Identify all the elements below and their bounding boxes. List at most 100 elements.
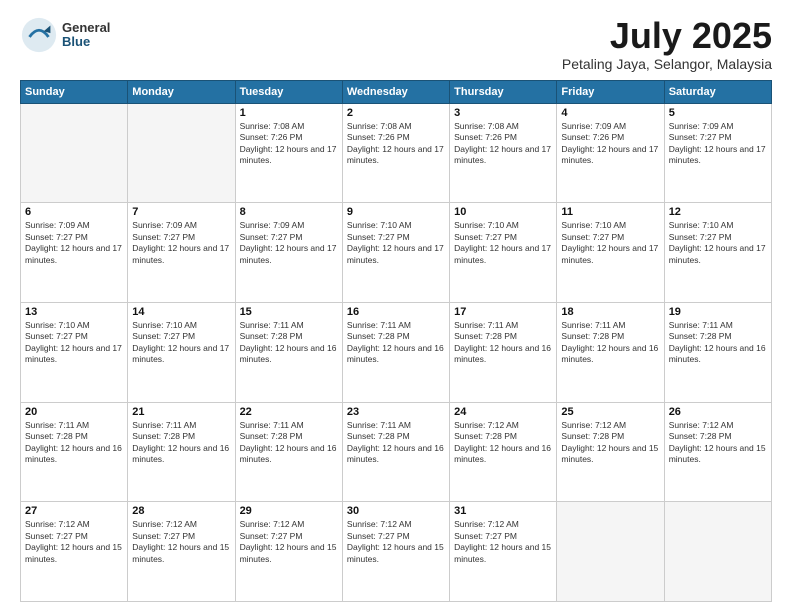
day-info: Sunrise: 7:12 AMSunset: 7:28 PMDaylight:…: [454, 420, 552, 466]
calendar-week-row: 13 Sunrise: 7:10 AMSunset: 7:27 PMDayligh…: [21, 302, 772, 402]
day-info: Sunrise: 7:12 AMSunset: 7:27 PMDaylight:…: [347, 519, 445, 565]
day-info: Sunrise: 7:08 AMSunset: 7:26 PMDaylight:…: [240, 121, 338, 167]
title-block: July 2025 Petaling Jaya, Selangor, Malay…: [562, 16, 772, 72]
day-info: Sunrise: 7:12 AMSunset: 7:27 PMDaylight:…: [454, 519, 552, 565]
page: General Blue July 2025 Petaling Jaya, Se…: [0, 0, 792, 612]
day-number: 31: [454, 505, 552, 517]
day-number: 6: [25, 206, 123, 218]
calendar-header-row: SundayMondayTuesdayWednesdayThursdayFrid…: [21, 80, 772, 103]
calendar-cell: 20 Sunrise: 7:11 AMSunset: 7:28 PMDayligh…: [21, 402, 128, 502]
logo-blue-label: Blue: [62, 35, 110, 49]
day-number: 12: [669, 206, 767, 218]
calendar-cell: 21Sunrise: 7:11 AMSunset: 7:28 PMDayligh…: [128, 402, 235, 502]
calendar-cell: 8 Sunrise: 7:09 AMSunset: 7:27 PMDaylight…: [235, 203, 342, 303]
calendar-cell: 31 Sunrise: 7:12 AMSunset: 7:27 PMDayligh…: [450, 502, 557, 602]
day-number: 19: [669, 306, 767, 318]
calendar-cell: 9 Sunrise: 7:10 AMSunset: 7:27 PMDaylight…: [342, 203, 449, 303]
calendar-cell: 15 Sunrise: 7:11 AMSunset: 7:28 PMDayligh…: [235, 302, 342, 402]
header: General Blue July 2025 Petaling Jaya, Se…: [20, 16, 772, 72]
calendar-day-header: Sunday: [21, 80, 128, 103]
day-number: 25: [561, 406, 659, 418]
calendar-day-header: Monday: [128, 80, 235, 103]
day-info: Sunrise: 7:10 AMSunset: 7:27 PMDaylight:…: [25, 320, 123, 366]
calendar-day-header: Thursday: [450, 80, 557, 103]
day-number: 9: [347, 206, 445, 218]
day-number: 16: [347, 306, 445, 318]
day-info: Sunrise: 7:09 AMSunset: 7:27 PMDaylight:…: [669, 121, 767, 167]
day-number: 30: [347, 505, 445, 517]
calendar-week-row: 6 Sunrise: 7:09 AMSunset: 7:27 PMDaylight…: [21, 203, 772, 303]
calendar-day-header: Friday: [557, 80, 664, 103]
day-number: 29: [240, 505, 338, 517]
calendar-cell: 28Sunrise: 7:12 AMSunset: 7:27 PMDayligh…: [128, 502, 235, 602]
calendar-cell: 4Sunrise: 7:09 AMSunset: 7:26 PMDaylight…: [557, 103, 664, 203]
day-info: Sunrise: 7:09 AMSunset: 7:27 PMDaylight:…: [240, 220, 338, 266]
day-number: 15: [240, 306, 338, 318]
day-info: Sunrise: 7:10 AMSunset: 7:27 PMDaylight:…: [669, 220, 767, 266]
day-info: Sunrise: 7:12 AMSunset: 7:28 PMDaylight:…: [669, 420, 767, 466]
day-info: Sunrise: 7:11 AMSunset: 7:28 PMDaylight:…: [240, 420, 338, 466]
day-number: 22: [240, 406, 338, 418]
day-number: 13: [25, 306, 123, 318]
calendar-cell: 5 Sunrise: 7:09 AMSunset: 7:27 PMDaylight…: [664, 103, 771, 203]
calendar-cell: 23 Sunrise: 7:11 AMSunset: 7:28 PMDayligh…: [342, 402, 449, 502]
month-title: July 2025: [562, 16, 772, 56]
day-number: 2: [347, 107, 445, 119]
calendar-cell: 2Sunrise: 7:08 AMSunset: 7:26 PMDaylight…: [342, 103, 449, 203]
day-info: Sunrise: 7:12 AMSunset: 7:28 PMDaylight:…: [561, 420, 659, 466]
calendar-cell: [21, 103, 128, 203]
day-number: 5: [669, 107, 767, 119]
calendar-cell: 26 Sunrise: 7:12 AMSunset: 7:28 PMDayligh…: [664, 402, 771, 502]
calendar-cell: 19 Sunrise: 7:11 AMSunset: 7:28 PMDayligh…: [664, 302, 771, 402]
day-info: Sunrise: 7:10 AMSunset: 7:27 PMDaylight:…: [561, 220, 659, 266]
calendar-cell: 27 Sunrise: 7:12 AMSunset: 7:27 PMDayligh…: [21, 502, 128, 602]
calendar-table: SundayMondayTuesdayWednesdayThursdayFrid…: [20, 80, 772, 602]
day-info: Sunrise: 7:12 AMSunset: 7:27 PMDaylight:…: [25, 519, 123, 565]
day-info: Sunrise: 7:08 AMSunset: 7:26 PMDaylight:…: [454, 121, 552, 167]
day-info: Sunrise: 7:11 AMSunset: 7:28 PMDaylight:…: [25, 420, 123, 466]
calendar-day-header: Wednesday: [342, 80, 449, 103]
day-number: 1: [240, 107, 338, 119]
calendar-cell: [664, 502, 771, 602]
calendar-cell: 12 Sunrise: 7:10 AMSunset: 7:27 PMDayligh…: [664, 203, 771, 303]
calendar-cell: 7Sunrise: 7:09 AMSunset: 7:27 PMDaylight…: [128, 203, 235, 303]
day-info: Sunrise: 7:12 AMSunset: 7:27 PMDaylight:…: [132, 519, 230, 565]
day-info: Sunrise: 7:11 AMSunset: 7:28 PMDaylight:…: [561, 320, 659, 366]
calendar-cell: 13 Sunrise: 7:10 AMSunset: 7:27 PMDayligh…: [21, 302, 128, 402]
day-info: Sunrise: 7:12 AMSunset: 7:27 PMDaylight:…: [240, 519, 338, 565]
day-number: 14: [132, 306, 230, 318]
calendar-cell: 11 Sunrise: 7:10 AMSunset: 7:27 PMDayligh…: [557, 203, 664, 303]
day-info: Sunrise: 7:11 AMSunset: 7:28 PMDaylight:…: [347, 420, 445, 466]
calendar-cell: 29 Sunrise: 7:12 AMSunset: 7:27 PMDayligh…: [235, 502, 342, 602]
day-number: 23: [347, 406, 445, 418]
day-info: Sunrise: 7:10 AMSunset: 7:27 PMDaylight:…: [347, 220, 445, 266]
calendar-week-row: 27 Sunrise: 7:12 AMSunset: 7:27 PMDayligh…: [21, 502, 772, 602]
day-number: 11: [561, 206, 659, 218]
day-number: 10: [454, 206, 552, 218]
day-info: Sunrise: 7:11 AMSunset: 7:28 PMDaylight:…: [347, 320, 445, 366]
calendar-cell: 17 Sunrise: 7:11 AMSunset: 7:28 PMDayligh…: [450, 302, 557, 402]
logo-general-label: General: [62, 21, 110, 35]
day-number: 4: [561, 107, 659, 119]
calendar-day-header: Tuesday: [235, 80, 342, 103]
calendar-cell: 18Sunrise: 7:11 AMSunset: 7:28 PMDayligh…: [557, 302, 664, 402]
calendar-cell: [557, 502, 664, 602]
day-info: Sunrise: 7:11 AMSunset: 7:28 PMDaylight:…: [669, 320, 767, 366]
location: Petaling Jaya, Selangor, Malaysia: [562, 56, 772, 72]
calendar-day-header: Saturday: [664, 80, 771, 103]
day-number: 7: [132, 206, 230, 218]
day-number: 21: [132, 406, 230, 418]
day-info: Sunrise: 7:10 AMSunset: 7:27 PMDaylight:…: [132, 320, 230, 366]
day-number: 17: [454, 306, 552, 318]
day-number: 20: [25, 406, 123, 418]
calendar-week-row: 20 Sunrise: 7:11 AMSunset: 7:28 PMDayligh…: [21, 402, 772, 502]
day-number: 26: [669, 406, 767, 418]
day-number: 8: [240, 206, 338, 218]
calendar-cell: 16 Sunrise: 7:11 AMSunset: 7:28 PMDayligh…: [342, 302, 449, 402]
day-number: 27: [25, 505, 123, 517]
calendar-cell: 3 Sunrise: 7:08 AMSunset: 7:26 PMDaylight…: [450, 103, 557, 203]
logo-text: General Blue: [62, 21, 110, 50]
day-info: Sunrise: 7:11 AMSunset: 7:28 PMDaylight:…: [240, 320, 338, 366]
day-number: 3: [454, 107, 552, 119]
day-info: Sunrise: 7:11 AMSunset: 7:28 PMDaylight:…: [454, 320, 552, 366]
